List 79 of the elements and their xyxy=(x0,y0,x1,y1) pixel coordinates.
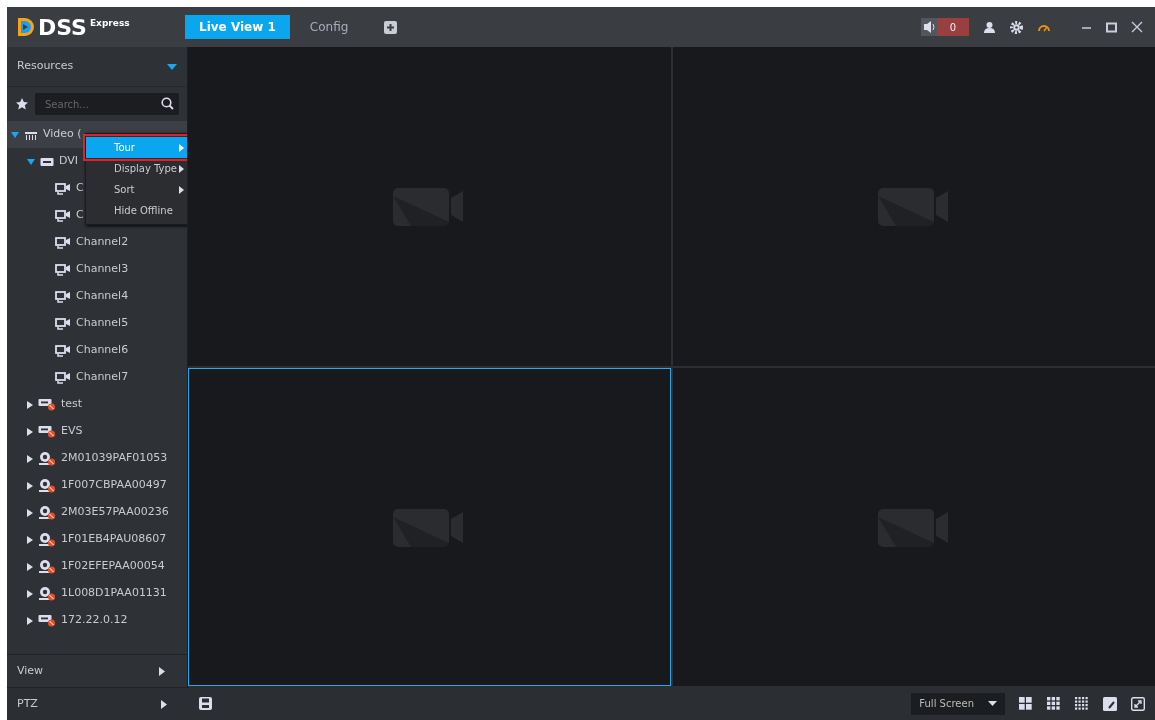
nine-split-layout-icon[interactable] xyxy=(1047,696,1061,711)
tree-item-label[interactable]: 1F02EFEPAA00054 xyxy=(61,558,165,575)
four-split-layout-icon[interactable] xyxy=(1019,696,1033,711)
gauge-icon[interactable] xyxy=(1037,22,1051,32)
star-icon[interactable] xyxy=(15,97,29,111)
section-header[interactable]: View xyxy=(7,654,187,687)
expand-arrow-icon[interactable] xyxy=(27,158,35,165)
expand-arrow-icon[interactable] xyxy=(27,454,33,463)
fullscreen-icon[interactable] xyxy=(1131,696,1145,711)
expand-arrow-icon[interactable] xyxy=(27,481,33,490)
expand-arrow-icon[interactable] xyxy=(27,589,33,598)
tree-item-label[interactable]: DVI xyxy=(59,153,79,170)
camera-icon xyxy=(55,209,71,222)
search-icon[interactable] xyxy=(161,97,174,110)
caret-icon xyxy=(988,701,997,706)
menu-item[interactable]: Hide Offline xyxy=(86,200,187,221)
tree-item-label[interactable]: 2M03E57PAA00236 xyxy=(61,504,169,521)
section-header[interactable]: PTZ xyxy=(7,687,189,720)
offline-camera-icon xyxy=(38,478,56,493)
tree-item-label[interactable]: 172.22.0.12 xyxy=(61,612,128,629)
speaker-icon[interactable] xyxy=(921,18,937,36)
offline-camera-icon xyxy=(38,451,56,466)
save-icon[interactable] xyxy=(199,697,212,710)
custom-layout-icon[interactable] xyxy=(1103,696,1117,711)
user-icon[interactable] xyxy=(983,20,996,34)
alarm-count[interactable]: 0 xyxy=(937,18,969,36)
menu-item[interactable]: Display Type xyxy=(86,158,187,179)
close-icon[interactable] xyxy=(1131,21,1143,33)
tree-item-label[interactable]: 1F007CBPAA00497 xyxy=(61,477,167,494)
logo-icon xyxy=(17,17,35,37)
offline-camera-icon xyxy=(38,505,56,520)
recorder-icon xyxy=(40,156,54,167)
expand-arrow-icon[interactable] xyxy=(27,535,33,544)
tree-item-label[interactable]: test xyxy=(61,396,83,413)
camera-icon xyxy=(55,236,71,249)
tree-item-label[interactable]: Channel3 xyxy=(76,261,129,278)
offline-recorder-icon xyxy=(38,425,56,438)
tree-item-label[interactable]: Channel6 xyxy=(76,342,129,359)
sixteen-split-layout-icon[interactable] xyxy=(1075,696,1089,711)
expand-arrow-icon xyxy=(161,699,167,709)
tree-item-label[interactable]: EVS xyxy=(61,423,83,440)
tree-item-label[interactable]: C xyxy=(76,180,84,197)
offline-camera-icon xyxy=(38,559,56,574)
menu-item[interactable]: Sort xyxy=(86,179,187,200)
display-mode-dropdown[interactable]: Full Screen xyxy=(911,692,1005,715)
camera-icon xyxy=(55,182,71,195)
search-field[interactable]: Search... xyxy=(35,93,179,115)
tree-item-label[interactable]: Channel5 xyxy=(76,315,129,332)
camera-icon xyxy=(55,344,71,357)
tree-item-label[interactable]: C xyxy=(76,207,84,224)
expand-arrow-icon[interactable] xyxy=(27,616,33,625)
offline-camera-icon xyxy=(38,586,56,601)
tree-item-label[interactable]: Video ( xyxy=(43,126,82,143)
expand-arrow-icon[interactable] xyxy=(27,508,33,517)
camera-icon xyxy=(55,263,71,276)
expand-arrow-icon[interactable] xyxy=(27,400,33,409)
settings-icon[interactable] xyxy=(1010,20,1023,34)
offline-recorder-icon xyxy=(38,614,56,627)
tree-item-label[interactable]: 1L008D1PAA01131 xyxy=(61,585,167,602)
app-logo: DSS xyxy=(38,13,87,42)
camera-icon xyxy=(55,371,71,384)
tree-item-label[interactable]: 1F01EB4PAU08607 xyxy=(61,531,167,548)
tree-item-label[interactable]: Channel4 xyxy=(76,288,129,305)
expand-arrow-icon[interactable] xyxy=(27,562,33,571)
expand-arrow-icon xyxy=(159,666,165,676)
section-title: Resources xyxy=(17,58,74,75)
dropdown-icon[interactable] xyxy=(167,63,177,70)
add-tab-icon[interactable] xyxy=(384,20,398,34)
tab[interactable]: Config xyxy=(295,15,363,39)
maximize-icon[interactable] xyxy=(1106,21,1117,33)
expand-arrow-icon[interactable] xyxy=(27,427,33,436)
tree-item-label[interactable]: Channel7 xyxy=(76,369,129,386)
camera-icon xyxy=(55,290,71,303)
app-logo-subtitle: Express xyxy=(89,16,130,30)
offline-recorder-icon xyxy=(38,398,56,411)
offline-camera-icon xyxy=(38,532,56,547)
tree-item-label[interactable]: Channel2 xyxy=(76,234,129,251)
camera-icon xyxy=(55,317,71,330)
tree-item-label[interactable]: 2M01039PAF01053 xyxy=(61,450,168,467)
